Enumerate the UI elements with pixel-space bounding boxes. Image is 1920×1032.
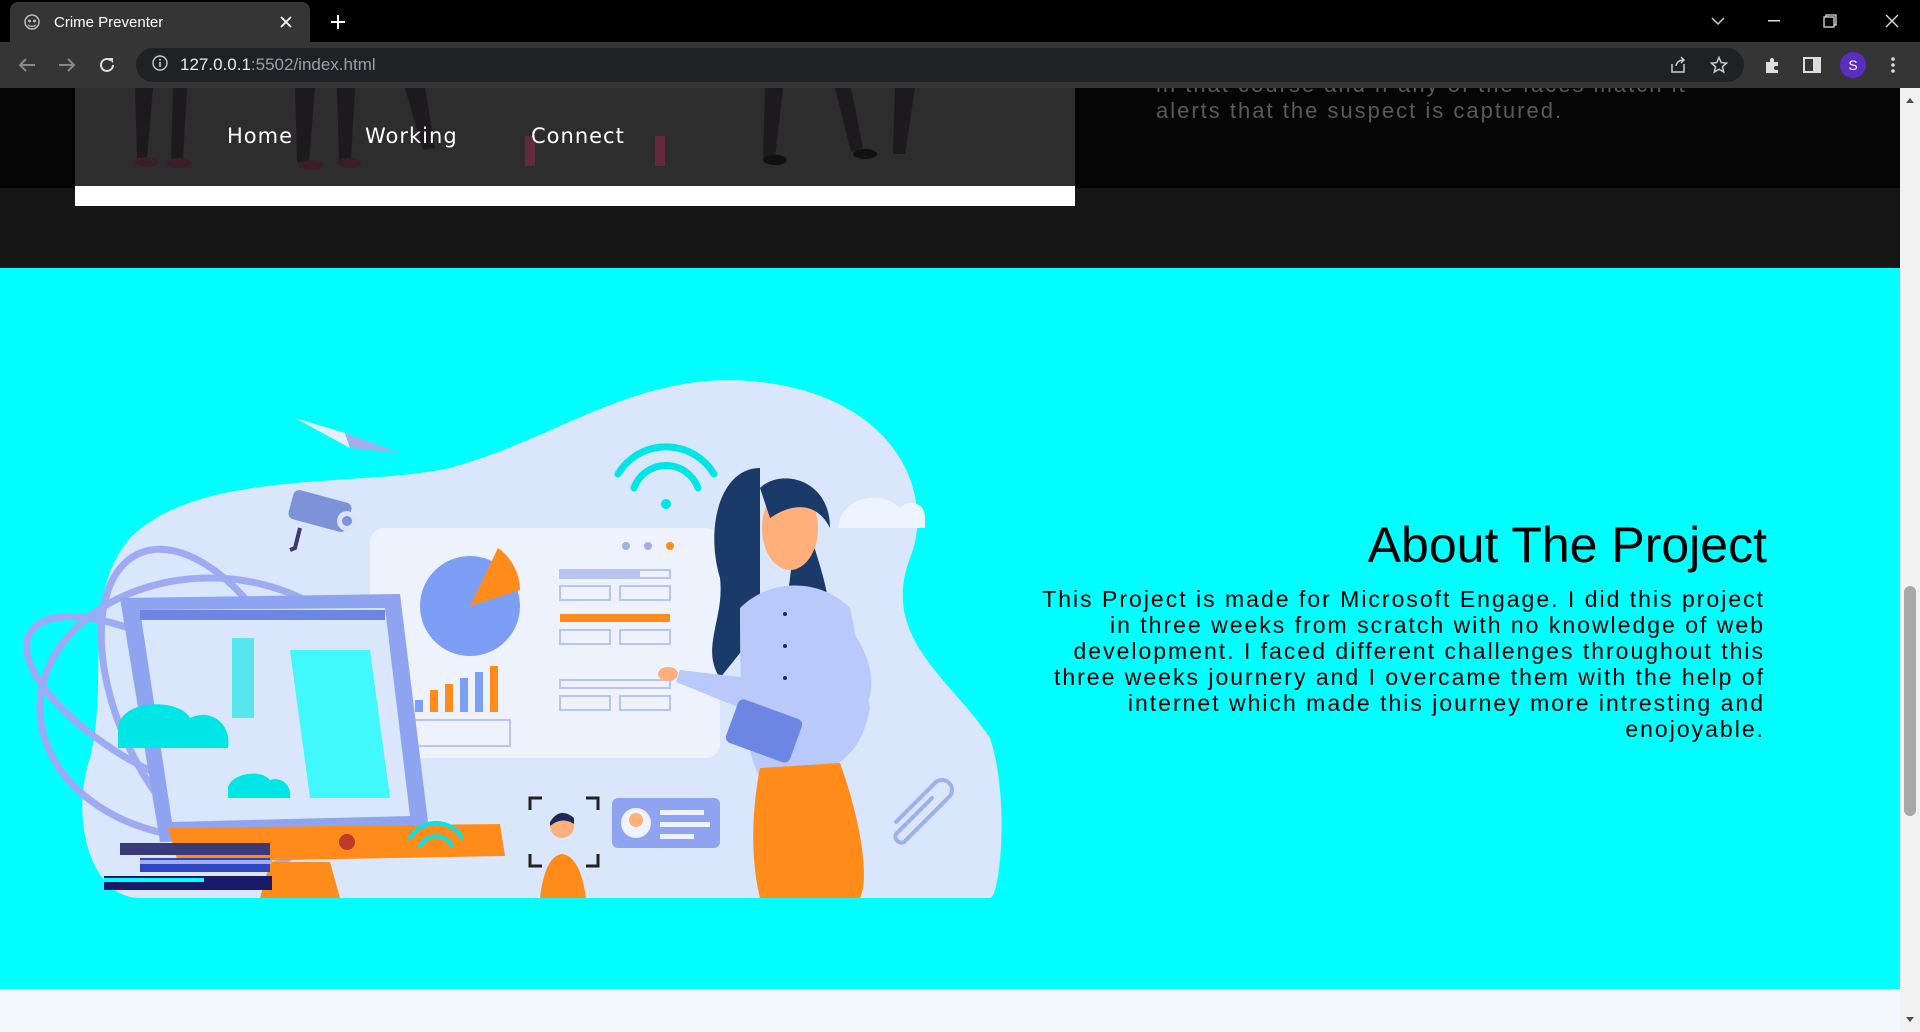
browser-toolbar: 127.0.0.1:5502/index.html S: [0, 42, 1920, 88]
tab-close-icon[interactable]: [274, 10, 298, 34]
paper-plane-icon: [295, 418, 400, 453]
scrollbar-thumb[interactable]: [1904, 586, 1916, 816]
scroll-up-icon[interactable]: [1904, 94, 1916, 106]
forward-arrow-icon[interactable]: [52, 50, 82, 80]
minimize-icon[interactable]: [1746, 0, 1802, 42]
url-text: 127.0.0.1:5502/index.html: [180, 55, 376, 75]
project-illustration: [23, 380, 1002, 898]
profile-initial: S: [1840, 52, 1866, 78]
tab-title: Crime Preventer: [54, 13, 164, 31]
profile-avatar[interactable]: S: [1838, 50, 1868, 80]
hero-description-line: in that course and if any of the faces m…: [1156, 88, 1776, 98]
hero-nav: Home Working Connect: [75, 124, 1075, 154]
browser-tab[interactable]: Crime Preventer: [10, 2, 310, 42]
side-panel-icon[interactable]: [1797, 50, 1827, 80]
nav-link-connect[interactable]: Connect: [531, 124, 625, 148]
reload-icon[interactable]: [92, 50, 122, 80]
site-info-icon[interactable]: [152, 54, 168, 76]
share-icon[interactable]: [1664, 50, 1694, 80]
hero-card: Home Working Connect: [75, 88, 1075, 206]
url-path: :5502/index.html: [250, 55, 376, 74]
hero-description: in that course and if any of the faces m…: [1156, 88, 1776, 124]
about-description: This Project is made for Microsoft Engag…: [1042, 586, 1765, 742]
back-arrow-icon[interactable]: [12, 50, 42, 80]
close-window-icon[interactable]: [1864, 0, 1920, 42]
new-tab-icon[interactable]: [324, 8, 352, 36]
bookmark-star-icon[interactable]: [1704, 50, 1734, 80]
page-scrollbar[interactable]: [1900, 88, 1920, 1032]
tab-search-chevron-icon[interactable]: [1690, 0, 1746, 42]
nav-link-home[interactable]: Home: [227, 124, 293, 148]
address-bar[interactable]: 127.0.0.1:5502/index.html: [136, 48, 1744, 82]
extensions-puzzle-icon[interactable]: [1757, 50, 1787, 80]
hero-section: in that course and if any of the faces m…: [0, 88, 1900, 268]
next-section: [0, 989, 1900, 1032]
nav-link-working[interactable]: Working: [365, 124, 458, 148]
hero-description-line: alerts that the suspect is captured.: [1156, 98, 1564, 123]
spy-favicon-icon: [22, 12, 42, 32]
about-title: About The Project: [1367, 517, 1767, 573]
about-section: About The Project This Project is made f…: [0, 268, 1900, 989]
restore-icon[interactable]: [1802, 0, 1858, 42]
browser-titlebar: Crime Preventer: [0, 0, 1920, 42]
url-host: 127.0.0.1: [180, 55, 251, 74]
menu-kebab-icon[interactable]: [1878, 50, 1908, 80]
page-viewport: in that course and if any of the faces m…: [0, 88, 1900, 1032]
scroll-down-icon[interactable]: [1904, 1014, 1916, 1026]
